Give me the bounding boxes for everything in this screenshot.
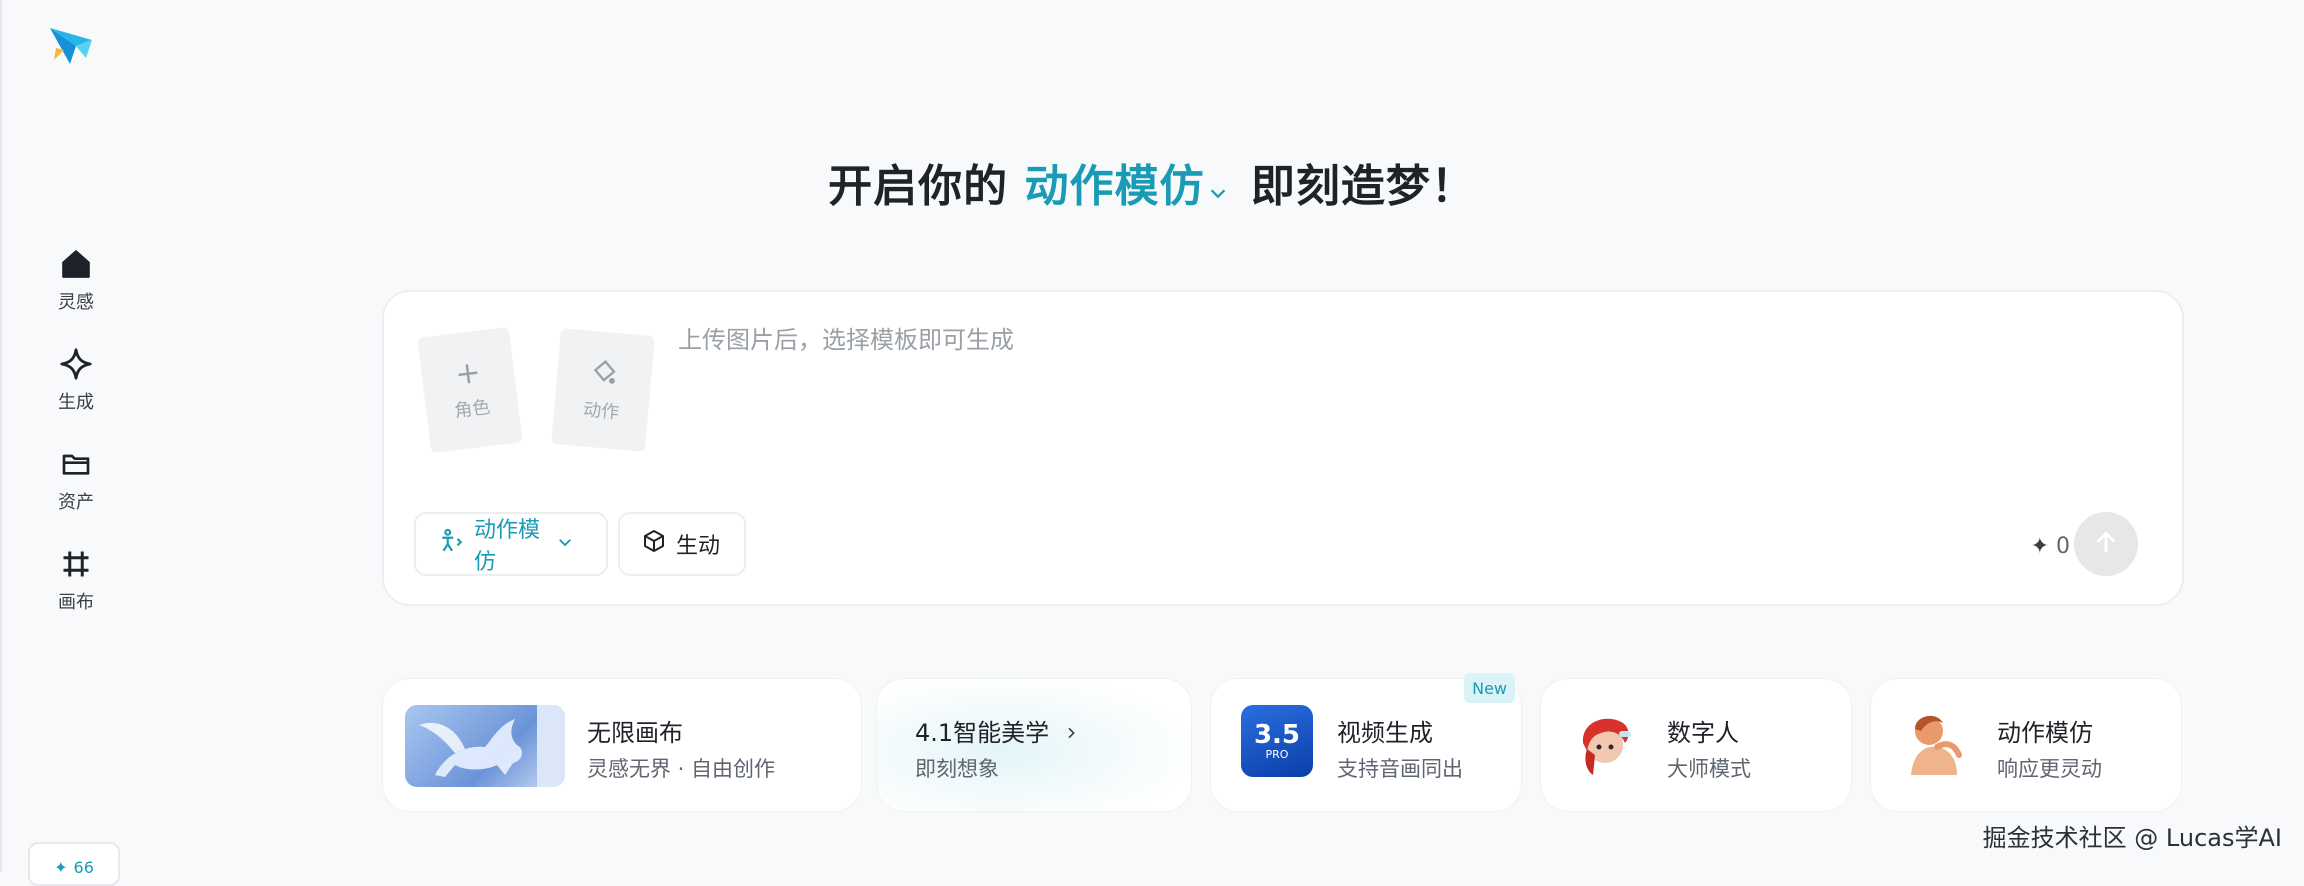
chevron-down-icon xyxy=(1207,164,1229,215)
sidebar: 灵感 生成 资产 画布 ✦ 66 xyxy=(0,0,148,886)
sidebar-item-assets[interactable]: 资产 xyxy=(32,436,120,524)
feature-card-video-generation[interactable]: New 3.5 PRO 视频生成 支持音画同出 xyxy=(1210,673,1522,812)
prompt-composer: + 角色 动作 上传图片后，选择模板即可生成 动作模仿 生动 ✦ 0 xyxy=(382,290,2184,606)
page-headline: 开启你的 动作模仿 即刻造梦！ xyxy=(0,150,2304,215)
pegasus-thumbnail xyxy=(405,705,565,787)
headline-suffix: 即刻造梦！ xyxy=(1250,161,1476,212)
token-count: 0 xyxy=(2056,534,2070,559)
headline-prefix: 开启你的 xyxy=(828,161,1009,212)
feature-subtitle: 即刻想象 xyxy=(915,757,999,781)
mode-pill-label: 动作模仿 xyxy=(474,518,541,575)
sidebar-item-label: 资产 xyxy=(58,492,94,513)
sidebar-item-canvas[interactable]: 画布 xyxy=(32,536,120,624)
token-cost: ✦ 0 xyxy=(2031,534,2070,559)
action-pose-icon xyxy=(589,356,620,391)
chevron-down-icon xyxy=(556,532,584,557)
canvas-grid-icon xyxy=(58,546,94,582)
credits-balance[interactable]: ✦ 66 xyxy=(28,842,120,886)
sidebar-item-label: 灵感 xyxy=(58,292,94,313)
mode-switcher[interactable]: 动作模仿 xyxy=(1025,161,1251,212)
feature-title: 视频生成 xyxy=(1337,719,1433,747)
sparkle-small-icon: ✦ xyxy=(54,858,68,877)
home-icon xyxy=(58,246,94,282)
generation-style-button[interactable]: 生动 xyxy=(618,512,746,576)
sidebar-item-label: 画布 xyxy=(58,592,94,613)
cube-icon xyxy=(642,529,676,559)
new-badge: New xyxy=(1464,673,1515,703)
sidebar-item-generate[interactable]: 生成 xyxy=(32,336,120,424)
motion-mimic-thumbnail xyxy=(1897,705,1973,781)
feature-card-digital-human[interactable]: 数字人 大师模式 xyxy=(1540,678,1852,812)
thumb-version: 3.5 xyxy=(1253,719,1301,750)
feature-card-infinite-canvas[interactable]: 无限画布 灵感无界 · 自由创作 xyxy=(382,678,862,812)
chevron-right-icon xyxy=(1063,719,1079,747)
thumb-pro: PRO xyxy=(1265,747,1289,761)
plus-icon: + xyxy=(453,354,483,393)
feature-subtitle: 响应更灵动 xyxy=(1997,757,2102,781)
feature-title: 动作模仿 xyxy=(1997,719,2093,747)
feature-subtitle: 灵感无界 · 自由创作 xyxy=(587,757,776,781)
arrow-up-icon xyxy=(2093,529,2119,559)
feature-title: 数字人 xyxy=(1667,719,1739,747)
sparkle-icon xyxy=(58,346,94,382)
send-button[interactable] xyxy=(2074,512,2138,576)
feature-title: 4.1智能美学 xyxy=(915,719,1050,747)
app-logo[interactable] xyxy=(46,20,96,70)
prompt-input[interactable]: 上传图片后，选择模板即可生成 xyxy=(678,320,1014,355)
mode-select-button[interactable]: 动作模仿 xyxy=(414,512,608,576)
sidebar-item-inspiration[interactable]: 灵感 xyxy=(32,236,120,324)
feature-card-motion-mimic[interactable]: 动作模仿 响应更灵动 xyxy=(1870,678,2182,812)
feature-card-smart-aesthetics[interactable]: 4.1智能美学 即刻想象 xyxy=(876,678,1192,812)
gen-pill-label: 生动 xyxy=(676,534,721,559)
feature-title-row: 4.1智能美学 xyxy=(915,713,1079,748)
feature-title: 无限画布 xyxy=(587,719,683,747)
watermark: 掘金技术社区 @ Lucas学AI xyxy=(1982,824,2282,852)
feature-subtitle: 支持音画同出 xyxy=(1337,757,1463,781)
headline-mode: 动作模仿 xyxy=(1024,161,1205,212)
sidebar-item-label: 生成 xyxy=(58,392,94,413)
upload-character-label: 角色 xyxy=(453,396,492,422)
upload-action-label: 动作 xyxy=(582,398,621,423)
upload-action-slot[interactable]: 动作 xyxy=(551,328,655,452)
feature-subtitle: 大师模式 xyxy=(1667,757,1751,781)
digital-human-thumbnail xyxy=(1567,705,1643,781)
credits-count: 66 xyxy=(73,858,94,877)
upload-character-slot[interactable]: + 角色 xyxy=(417,326,523,454)
sparkle-small-icon: ✦ xyxy=(2030,534,2049,559)
motion-figure-icon xyxy=(438,528,474,560)
folder-icon xyxy=(58,446,94,482)
video-model-thumbnail: 3.5 PRO xyxy=(1241,705,1313,777)
